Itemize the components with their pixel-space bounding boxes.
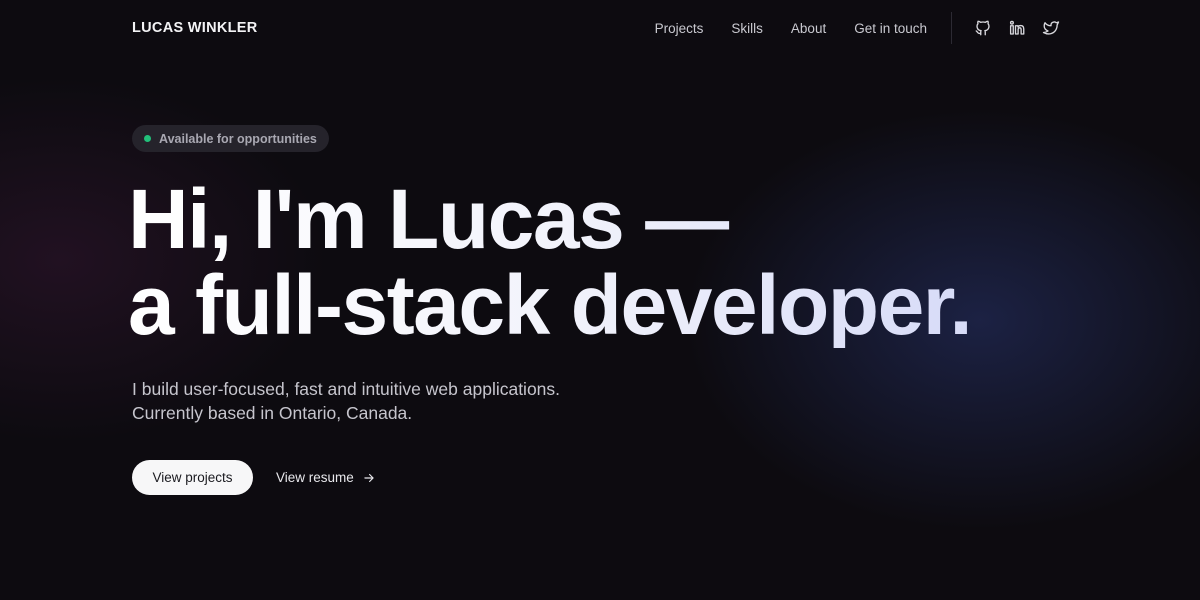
twitter-icon[interactable] bbox=[1042, 19, 1060, 37]
view-projects-button[interactable]: View projects bbox=[132, 460, 253, 495]
headline-line-2: a full-stack developer. bbox=[128, 258, 972, 352]
availability-text: Available for opportunities bbox=[159, 131, 317, 146]
nav-links: Projects Skills About Get in touch bbox=[655, 21, 927, 36]
nav-right: Projects Skills About Get in touch bbox=[655, 0, 1060, 56]
subtitle-line-1: I build user-focused, fast and intuitive… bbox=[132, 379, 561, 399]
nav-link-skills[interactable]: Skills bbox=[731, 21, 763, 36]
view-resume-link[interactable]: View resume bbox=[276, 460, 376, 495]
top-nav: LUCAS WINKLER Projects Skills About Get … bbox=[132, 0, 1060, 56]
brand-name[interactable]: LUCAS WINKLER bbox=[132, 20, 258, 36]
view-resume-label: View resume bbox=[276, 470, 354, 485]
nav-link-about[interactable]: About bbox=[791, 21, 826, 36]
hero-subtitle: I build user-focused, fast and intuitive… bbox=[132, 377, 560, 425]
github-icon[interactable] bbox=[974, 19, 992, 37]
linkedin-icon[interactable] bbox=[1008, 19, 1026, 37]
headline-line-1: Hi, I'm Lucas — bbox=[128, 172, 728, 266]
nav-link-projects[interactable]: Projects bbox=[655, 21, 704, 36]
status-dot-icon bbox=[144, 135, 151, 142]
nav-link-get-in-touch[interactable]: Get in touch bbox=[854, 21, 927, 36]
arrow-right-icon bbox=[364, 473, 374, 482]
subtitle-line-2: Currently based in Ontario, Canada. bbox=[132, 403, 413, 423]
social-links bbox=[974, 19, 1060, 37]
nav-divider bbox=[951, 12, 952, 44]
availability-badge: Available for opportunities bbox=[132, 125, 329, 152]
hero-headline: Hi, I'm Lucas — a full-stack developer. bbox=[128, 176, 1088, 348]
